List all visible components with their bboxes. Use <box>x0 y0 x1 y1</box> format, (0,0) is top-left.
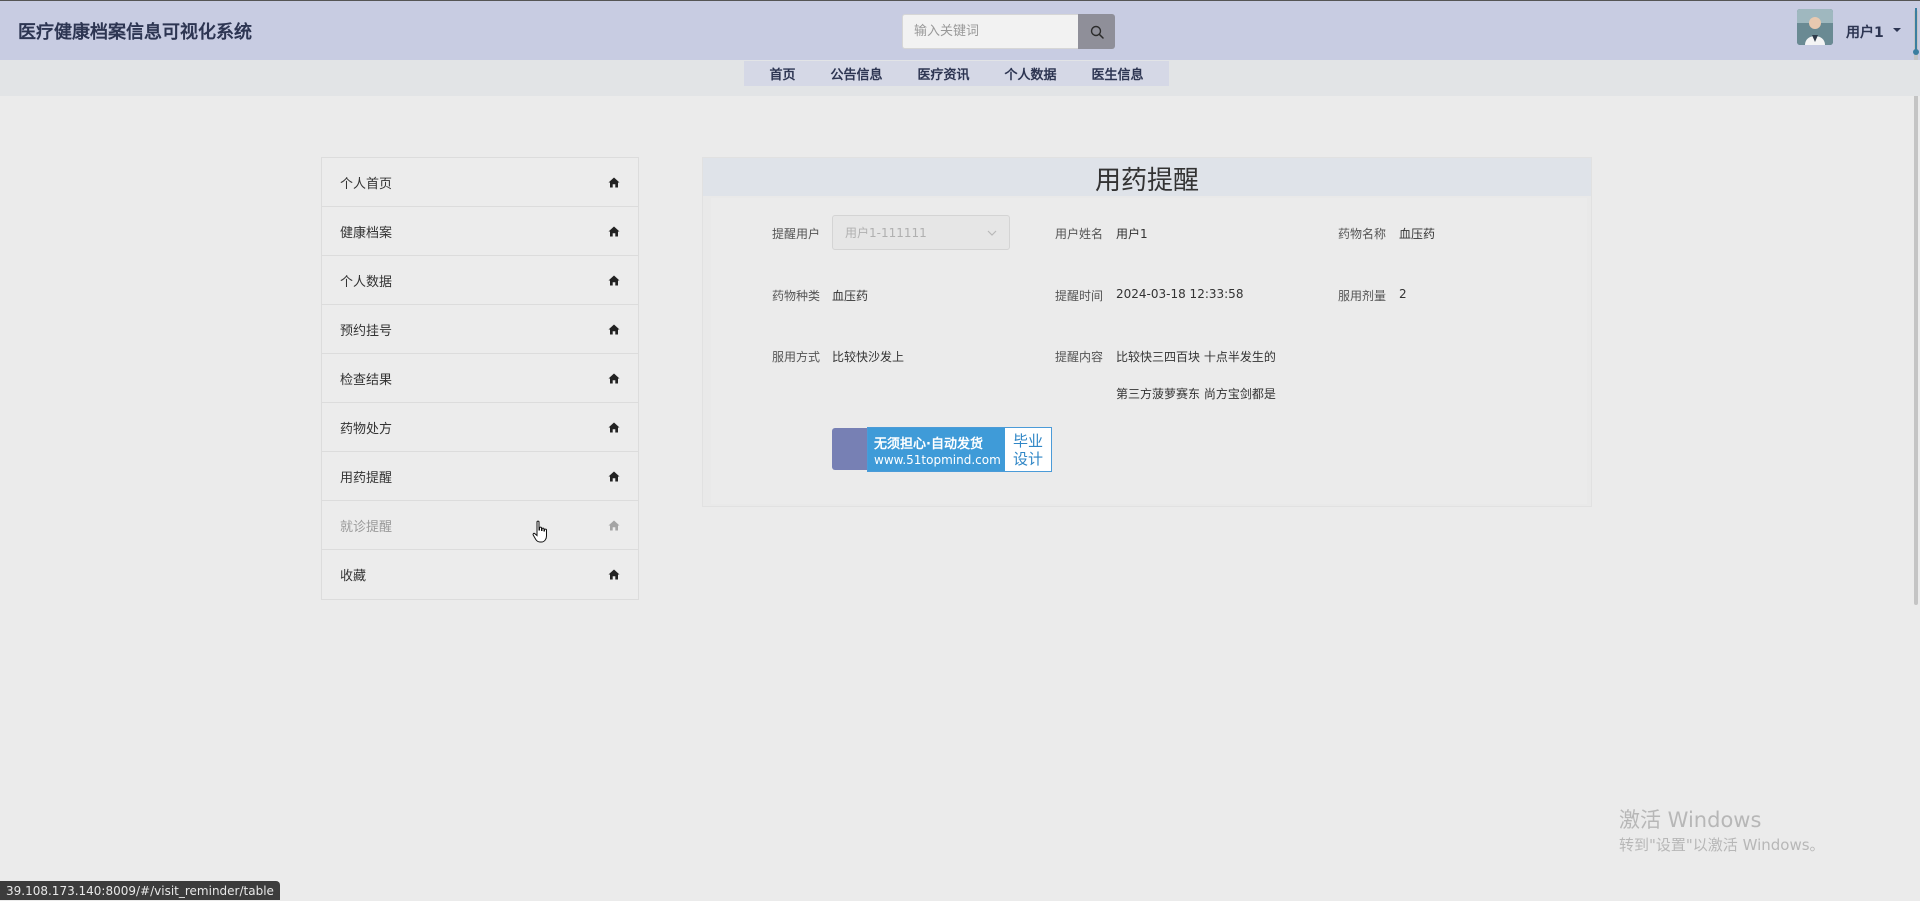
sidebar-item-label: 健康档案 <box>340 225 393 241</box>
nav-item-doctor-info[interactable]: 医生信息 <box>1091 64 1143 83</box>
chevron-down-icon <box>987 230 997 236</box>
search-button[interactable] <box>1078 14 1115 49</box>
nav-item-personal-data[interactable]: 个人数据 <box>1004 64 1056 83</box>
drug-name-value: 血压药 <box>1399 227 1436 241</box>
search-box <box>902 14 1115 49</box>
user-name[interactable]: 用户1 <box>1846 22 1884 42</box>
scroll-marker-icon <box>1913 8 1919 55</box>
search-icon <box>1090 25 1104 39</box>
sidebar-item-appointment[interactable]: 预约挂号 <box>322 305 638 354</box>
sidebar-item-visit-reminder[interactable]: 就诊提醒 <box>322 501 638 550</box>
dosage-value: 2 <box>1399 287 1407 301</box>
avatar-image <box>1797 9 1833 45</box>
reminder-time-label: 提醒时间 <box>1055 289 1104 303</box>
usage-method-value: 比较快沙发上 <box>832 350 905 364</box>
sidebar-item-label: 收藏 <box>340 569 367 584</box>
sidebar-item-prescriptions[interactable]: 药物处方 <box>322 403 638 452</box>
dosage-label: 服用剂量 <box>1338 289 1387 303</box>
action-button[interactable] <box>832 428 872 470</box>
top-header: 医疗健康档案信息可视化系统 用户1 <box>0 0 1920 60</box>
app-title: 医疗健康档案信息可视化系统 <box>18 22 252 43</box>
home-icon <box>608 275 620 285</box>
windows-activation-title: 激活 Windows <box>1619 808 1762 832</box>
page-scrollbar-thumb[interactable] <box>1914 10 1918 605</box>
sidebar-item-label: 药物处方 <box>340 421 393 437</box>
sidebar-item-label: 个人首页 <box>340 176 393 192</box>
ad-line2: www.51topmind.com <box>874 452 1001 467</box>
sidebar-item-label: 个人数据 <box>340 274 393 290</box>
sidebar-item-personal-home[interactable]: 个人首页 <box>322 158 638 207</box>
sidebar-item-label: 检查结果 <box>340 372 393 388</box>
nav-item-medical-news[interactable]: 医疗资讯 <box>917 64 969 83</box>
home-icon <box>608 471 620 481</box>
search-input[interactable] <box>902 14 1078 49</box>
sidebar-item-label: 就诊提醒 <box>340 519 393 535</box>
ad-line1: 无须担心·自动发货 <box>874 436 983 452</box>
sidebar-item-label: 用药提醒 <box>340 470 393 486</box>
panel-header: 用药提醒 <box>703 158 1591 196</box>
home-icon <box>608 569 620 580</box>
reminder-content-label: 提醒内容 <box>1055 350 1104 364</box>
status-bar-url: 39.108.173.140:8009/#/visit_reminder/tab… <box>0 881 280 900</box>
home-icon <box>608 520 620 530</box>
home-icon <box>608 422 620 432</box>
sidebar-item-medication-reminder[interactable]: 用药提醒 <box>322 452 638 501</box>
sidebar-item-exam-results[interactable]: 检查结果 <box>322 354 638 403</box>
reminder-user-label: 提醒用户 <box>772 227 821 241</box>
top-nav: 首页 公告信息 医疗资讯 个人数据 医生信息 <box>744 61 1169 86</box>
page-title: 用药提醒 <box>1094 166 1199 196</box>
ad-badge-right: 毕业 设计 <box>1005 428 1051 471</box>
home-icon <box>608 226 620 236</box>
hand-cursor-icon <box>532 520 547 543</box>
sidebar-item-personal-data[interactable]: 个人数据 <box>322 256 638 305</box>
sidebar-item-label: 预约挂号 <box>340 323 393 339</box>
ad-right-bottom: 设计 <box>1012 449 1043 468</box>
home-icon <box>608 373 620 383</box>
reminder-time-value: 2024-03-18 12:33:58 <box>1116 287 1244 301</box>
sidebar-menu: 个人首页 健康档案 个人数据 预约挂号 检查结果 药物处方 用药提醒 就诊提醒 … <box>321 157 639 600</box>
nav-item-home[interactable]: 首页 <box>769 64 795 83</box>
drug-type-label: 药物种类 <box>772 289 821 303</box>
user-name-label: 用户姓名 <box>1055 227 1104 241</box>
sidebar-item-health-records[interactable]: 健康档案 <box>322 207 638 256</box>
avatar[interactable] <box>1797 9 1833 45</box>
reminder-content-line2: 第三方菠萝赛东 尚方宝剑都是 <box>1116 387 1276 401</box>
reminder-user-value: 用户1-111111 <box>845 226 927 240</box>
home-icon <box>608 324 620 334</box>
nav-item-announcements[interactable]: 公告信息 <box>830 64 882 83</box>
drug-type-value: 血压药 <box>832 289 869 303</box>
ad-badge[interactable]: 无须担心·自动发货 www.51topmind.com 毕业 设计 <box>867 427 1052 472</box>
user-name-value: 用户1 <box>1116 227 1148 241</box>
windows-activation-subtitle: 转到"设置"以激活 Windows。 <box>1619 836 1825 854</box>
user-dropdown-caret-icon[interactable] <box>1893 28 1901 32</box>
sidebar-item-favorites[interactable]: 收藏 <box>322 550 638 599</box>
home-icon <box>608 177 620 187</box>
reminder-content-line1: 比较快三四百块 十点半发生的 <box>1116 350 1276 364</box>
drug-name-label: 药物名称 <box>1338 227 1387 241</box>
reminder-user-select[interactable]: 用户1-111111 <box>832 215 1010 250</box>
ad-badge-left: 无须担心·自动发货 www.51topmind.com <box>868 428 1005 471</box>
usage-method-label: 服用方式 <box>772 350 821 364</box>
ad-right-top: 毕业 <box>1012 431 1043 450</box>
